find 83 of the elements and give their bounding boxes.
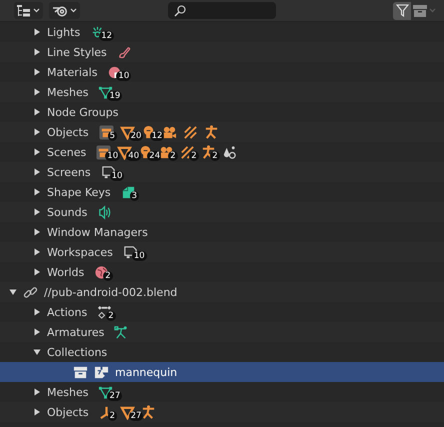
count-badge: 2 [106,311,116,321]
collapse-triangle-icon[interactable] [33,348,41,356]
stripes-icon [180,144,196,160]
count-badge: 10 [105,151,120,161]
chevron-down-icon [33,8,40,13]
link-icon [23,284,38,300]
box-icon [98,124,114,140]
count-badge: 19 [107,91,122,101]
count-badge: 10 [116,71,132,81]
search-icon [174,4,186,16]
orbit-logo-icon [52,4,68,16]
brush-icon [116,44,132,60]
speaker-icon [97,204,112,220]
count-badge: 27 [128,411,144,421]
tree-item-label[interactable]: Scenes [47,146,86,158]
count-badge: 40 [126,151,142,161]
count-badge: 2 [168,151,178,161]
tree-item-label[interactable]: Shape Keys [47,186,111,198]
count-badge: 12 [150,131,164,141]
expand-triangle-icon[interactable] [33,248,41,256]
tree-item-label[interactable]: Screens [47,166,91,178]
filter-button[interactable] [393,2,411,20]
count-badge: 12 [99,31,114,41]
figure-icon [204,124,219,140]
tree-item-label[interactable]: Lights [47,26,80,38]
expand-triangle-icon[interactable] [33,108,41,116]
count-badge: 20 [128,131,144,141]
figure-icon [114,324,130,340]
display-mode-button[interactable] [14,2,43,19]
tree-item-label[interactable]: Window Managers [47,226,148,238]
chevron-down-icon [70,8,77,13]
expand-triangle-icon[interactable] [33,328,41,336]
expand-triangle-icon[interactable] [33,148,41,156]
count-badge: 2 [103,271,113,281]
tree-list-icon [17,4,31,16]
funnel-icon [396,4,408,17]
tree-item-label[interactable]: Objects [47,126,89,138]
expand-triangle-icon[interactable] [33,28,41,36]
expand-triangle-icon[interactable] [33,208,41,216]
count-badge: 2 [210,151,220,161]
figure-icon [201,144,216,160]
tree-item-label[interactable]: Armatures [47,326,104,338]
tree-item-label[interactable]: Collections [47,346,108,358]
chevron-down-icon [429,8,436,13]
count-badge: 2 [189,151,199,161]
tree-item-label[interactable]: Actions [47,306,88,318]
count-badge: 27 [107,391,122,401]
tree-item-label[interactable]: Worlds [47,266,84,278]
filter-scope-button[interactable] [49,2,80,19]
tree-item-label[interactable]: Workspaces [47,246,113,258]
expand-triangle-icon[interactable] [33,268,41,276]
count-badge: 10 [132,251,147,261]
collapse-triangle-icon[interactable] [9,288,17,296]
expand-triangle-icon[interactable] [33,308,41,316]
figure-icon [140,404,156,420]
tree-item-label[interactable]: mannequin [115,366,178,378]
tree-item-label[interactable]: Line Styles [47,46,107,58]
count-badge: 24 [147,151,162,161]
count-badge: 2 [108,411,117,421]
expand-triangle-icon[interactable] [33,68,41,76]
stripes-icon [182,124,198,140]
archive-box-icon [413,4,427,16]
expand-triangle-icon[interactable] [33,128,41,136]
tree-item-label[interactable]: Node Groups [47,106,118,118]
expand-triangle-icon[interactable] [33,188,41,196]
tree-item-label[interactable]: Meshes [47,86,88,98]
drops-icon [222,144,238,160]
expand-triangle-icon[interactable] [33,88,41,96]
count-badge: 10 [110,171,124,181]
tree-item-label[interactable]: Meshes [47,386,88,398]
archive-box-icon [73,364,88,380]
expand-triangle-icon[interactable] [33,168,41,176]
expand-triangle-icon[interactable] [33,388,41,396]
expand-triangle-icon[interactable] [33,48,41,56]
tree-item-label[interactable]: Objects [47,406,89,418]
tree-item-label[interactable]: Materials [47,66,98,78]
keyframe-icon [97,304,112,320]
camera-icon [162,124,177,140]
search-field[interactable] [168,2,276,19]
expand-triangle-icon[interactable] [33,408,41,416]
tree-item-label[interactable]: //pub-android-002.blend [44,286,178,298]
expand-triangle-icon[interactable] [33,228,41,236]
tree-item-label[interactable]: Sounds [47,206,88,218]
